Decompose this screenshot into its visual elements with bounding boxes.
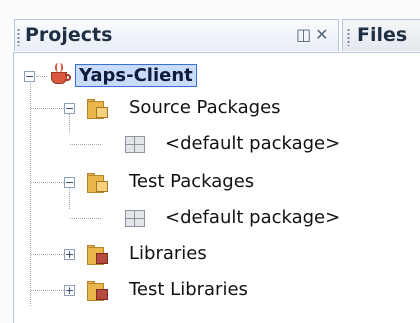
library-folder-icon [87,245,109,265]
tree-item[interactable]: + Test Libraries [14,275,394,307]
projects-tree: − Yaps-Client − Source Packages <default… [13,52,420,323]
tab-bar: Projects ◫✕ Files [4,8,420,52]
tree-root[interactable]: − Yaps-Client [14,61,394,93]
tree-guide [31,290,64,291]
expand-icon[interactable]: + [64,249,75,260]
tree-item[interactable]: − Source Packages [14,93,394,125]
tree-item[interactable]: − Test Packages [14,167,394,199]
tree-item[interactable]: <default package> [14,203,394,235]
tree-item-label: Libraries [129,243,207,264]
drag-handle[interactable] [347,28,350,46]
close-icon[interactable]: ✕ [315,25,332,44]
tree-item-label: Source Packages [129,97,281,118]
tree-item-label: <default package> [165,133,341,154]
tree-guide [70,144,102,145]
tab-projects-label: Projects [25,24,113,46]
drag-handle[interactable] [17,28,20,46]
ide-window: Projects ◫✕ Files − Yaps-Client − Source… [0,0,420,323]
tab-files[interactable]: Files [342,19,420,51]
tree-guide [36,76,48,77]
tree-guide [31,108,64,109]
tree-guide [31,254,64,255]
tab-files-label: Files [357,24,408,46]
collapse-icon[interactable]: − [64,103,75,114]
package-icon [125,136,145,153]
folder-icon [87,173,109,193]
minimize-icon[interactable]: ◫ [296,25,315,44]
project-name: Yaps-Client [75,64,197,87]
tree-guide [31,182,64,183]
tree-item-label: <default package> [165,207,341,228]
tree-item[interactable]: <default package> [14,129,394,161]
library-folder-icon [87,281,109,301]
collapse-icon[interactable]: − [24,71,35,82]
tree-item-label: Test Libraries [129,279,248,300]
project-icon [48,63,72,87]
tree-item[interactable]: + Libraries [14,239,394,271]
tree-item-label: Test Packages [129,171,255,192]
expand-icon[interactable]: + [64,285,75,296]
tab-projects[interactable]: Projects ◫✕ [14,19,339,51]
collapse-icon[interactable]: − [64,177,75,188]
tab-controls: ◫✕ [296,25,333,44]
folder-icon [87,99,109,119]
tree-guide [70,218,102,219]
package-icon [125,210,145,227]
